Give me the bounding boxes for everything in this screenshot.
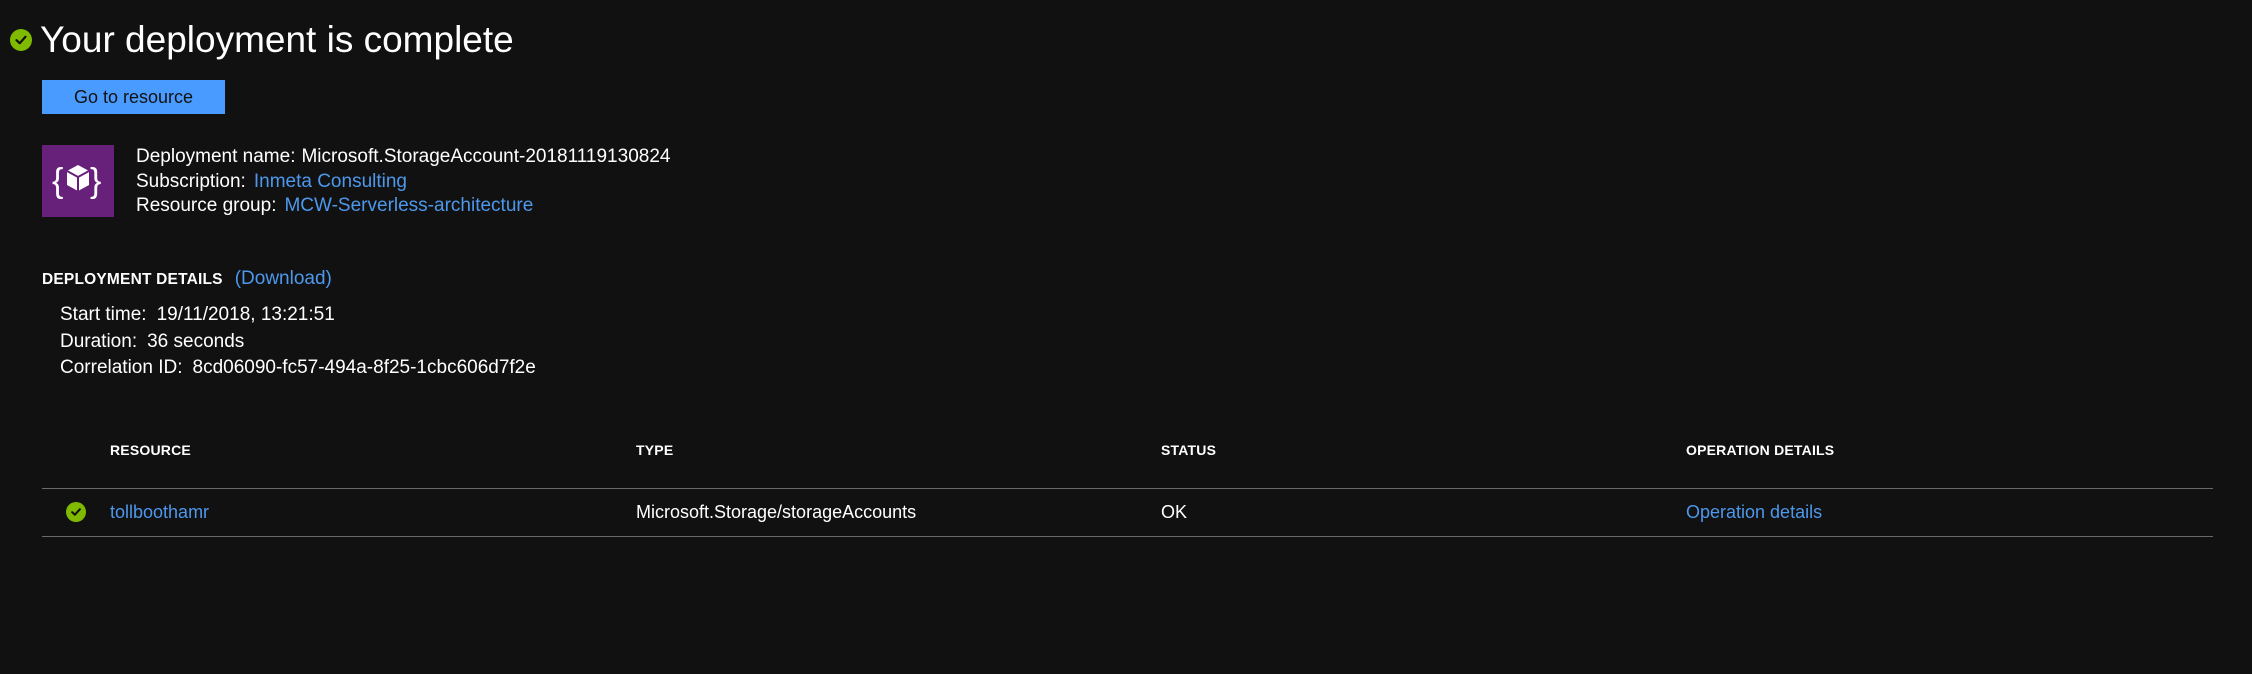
deployment-details: Start time: 19/11/2018, 13:21:51 Duration… — [60, 302, 536, 382]
resource-status: OK — [1161, 502, 1188, 522]
correlation-id-value: 8cd06090-fc57-494a-8f25-1cbc606d7f2e — [192, 357, 536, 378]
download-link[interactable]: (Download) — [235, 268, 332, 290]
deployment-details-header: DEPLOYMENT DETAILS (Download) — [42, 268, 332, 290]
resource-group-link[interactable]: MCW-Serverless-architecture — [284, 195, 533, 216]
duration-label: Duration: — [60, 330, 138, 352]
start-time-line: Start time: 19/11/2018, 13:21:51 — [60, 302, 536, 329]
subscription-label: Subscription: — [136, 170, 246, 192]
subscription-line: Subscription: Inmeta Consulting — [136, 170, 670, 195]
go-to-resource-button[interactable]: Go to resource — [42, 80, 225, 114]
column-header-type[interactable]: TYPE — [636, 442, 673, 458]
subscription-link[interactable]: Inmeta Consulting — [254, 171, 407, 192]
resource-type: Microsoft.Storage/storageAccounts — [636, 502, 917, 522]
table-row: tollboothamr Microsoft.Storage/storageAc… — [42, 489, 2213, 537]
start-time-label: Start time: — [60, 304, 147, 325]
resources-table: RESOURCE TYPE STATUS OPERATION DETAILS t… — [42, 428, 2213, 537]
correlation-id-label: Correlation ID: — [60, 357, 183, 378]
column-header-resource[interactable]: RESOURCE — [110, 442, 191, 458]
deployment-status-header: Your deployment is complete — [10, 16, 514, 64]
deployment-summary: Deployment name: Microsoft.StorageAccount… — [136, 145, 670, 219]
resource-template-icon: { } — [42, 145, 114, 217]
column-header-operation-details[interactable]: OPERATION DETAILS — [1686, 442, 1834, 458]
deployment-name-line: Deployment name: Microsoft.StorageAccount… — [136, 145, 670, 170]
correlation-id-line: Correlation ID: 8cd06090-fc57-494a-8f25-1… — [60, 355, 536, 382]
svg-text:}: } — [90, 162, 101, 200]
resource-group-label: Resource group: — [136, 195, 277, 216]
success-check-icon — [66, 502, 86, 522]
duration-value: 36 seconds — [147, 330, 245, 352]
svg-text:{: { — [52, 162, 63, 200]
success-check-icon — [10, 29, 32, 51]
duration-line: Duration: 36 seconds — [60, 329, 536, 356]
column-header-status[interactable]: STATUS — [1161, 442, 1216, 458]
deployment-name-value: Microsoft.StorageAccount-20181119130824 — [301, 146, 671, 167]
deployment-name-label: Deployment name: — [136, 146, 296, 167]
page-title: Your deployment is complete — [40, 19, 514, 60]
resource-link[interactable]: tollboothamr — [110, 502, 209, 523]
table-header: RESOURCE TYPE STATUS OPERATION DETAILS — [42, 428, 2213, 489]
start-time-value: 19/11/2018, 13:21:51 — [156, 304, 335, 325]
deployment-details-title: DEPLOYMENT DETAILS — [42, 271, 223, 288]
resource-group-line: Resource group: MCW-Serverless-architectu… — [136, 194, 670, 219]
operation-details-link[interactable]: Operation details — [1686, 502, 1822, 523]
